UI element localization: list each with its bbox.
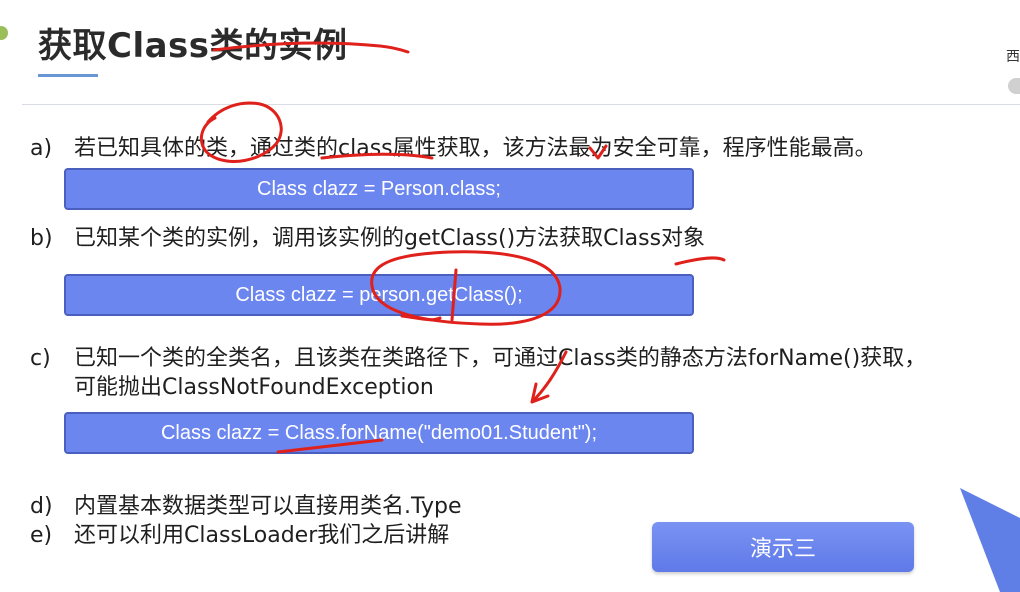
- title-divider: [22, 104, 1020, 105]
- annotation-underline-b: [674, 256, 726, 266]
- list-item-e: e) 还可以利用ClassLoader我们之后讲解: [30, 517, 449, 549]
- item-label: a): [30, 136, 53, 161]
- title-accent-bar: [38, 74, 98, 77]
- bullet-dot: [0, 26, 8, 40]
- slide-canvas: 获取Class类的实例 西 a) 若已知具体的类，通过类的class属性获取，该方…: [0, 0, 1020, 592]
- code-box-a: Class clazz = Person.class;: [64, 168, 694, 210]
- code-box-b: Class clazz = person.getClass();: [64, 274, 694, 316]
- item-text: 可能抛出ClassNotFoundException: [74, 375, 434, 400]
- slide-title-row: 获取Class类的实例: [38, 12, 348, 72]
- item-text: 已知某个类的实例，调用该实例的getClass()方法获取Class对象: [74, 226, 706, 251]
- corner-decoration: [960, 488, 1020, 592]
- list-item-c-continuation: 可能抛出ClassNotFoundException: [74, 369, 434, 401]
- item-label: c): [30, 346, 51, 371]
- item-text: 内置基本数据类型可以直接用类名.Type: [74, 494, 462, 519]
- item-text: 若已知具体的类，通过类的class属性获取，该方法最为安全可靠，程序性能最高。: [74, 136, 877, 161]
- annotation-mark-b: [400, 314, 442, 322]
- slide-title: 获取Class类的实例: [38, 25, 348, 66]
- list-item-a: a) 若已知具体的类，通过类的class属性获取，该方法最为安全可靠，程序性能最高…: [30, 130, 877, 162]
- list-item-c: c) 已知一个类的全类名，且该类在类路径下，可通过Class类的静态方法forNa…: [30, 340, 926, 372]
- code-text: Class clazz = person.getClass();: [235, 283, 523, 306]
- item-label: b): [30, 226, 53, 251]
- edge-toggle[interactable]: [1008, 78, 1020, 94]
- list-item-b: b) 已知某个类的实例，调用该实例的getClass()方法获取Class对象: [30, 220, 705, 252]
- edge-label: 西: [1006, 49, 1020, 65]
- item-label: e): [30, 523, 53, 548]
- item-text: 还可以利用ClassLoader我们之后讲解: [74, 523, 450, 548]
- code-box-c: Class clazz = Class.forName("demo01.Stud…: [64, 412, 694, 454]
- code-text: Class clazz = Person.class;: [257, 177, 501, 200]
- item-label: d): [30, 494, 53, 519]
- item-text: 已知一个类的全类名，且该类在类路径下，可通过Class类的静态方法forName…: [74, 346, 927, 371]
- list-item-d: d) 内置基本数据类型可以直接用类名.Type: [30, 488, 462, 520]
- code-text: Class clazz = Class.forName("demo01.Stud…: [160, 421, 598, 444]
- demo-button[interactable]: 演示三: [652, 522, 914, 572]
